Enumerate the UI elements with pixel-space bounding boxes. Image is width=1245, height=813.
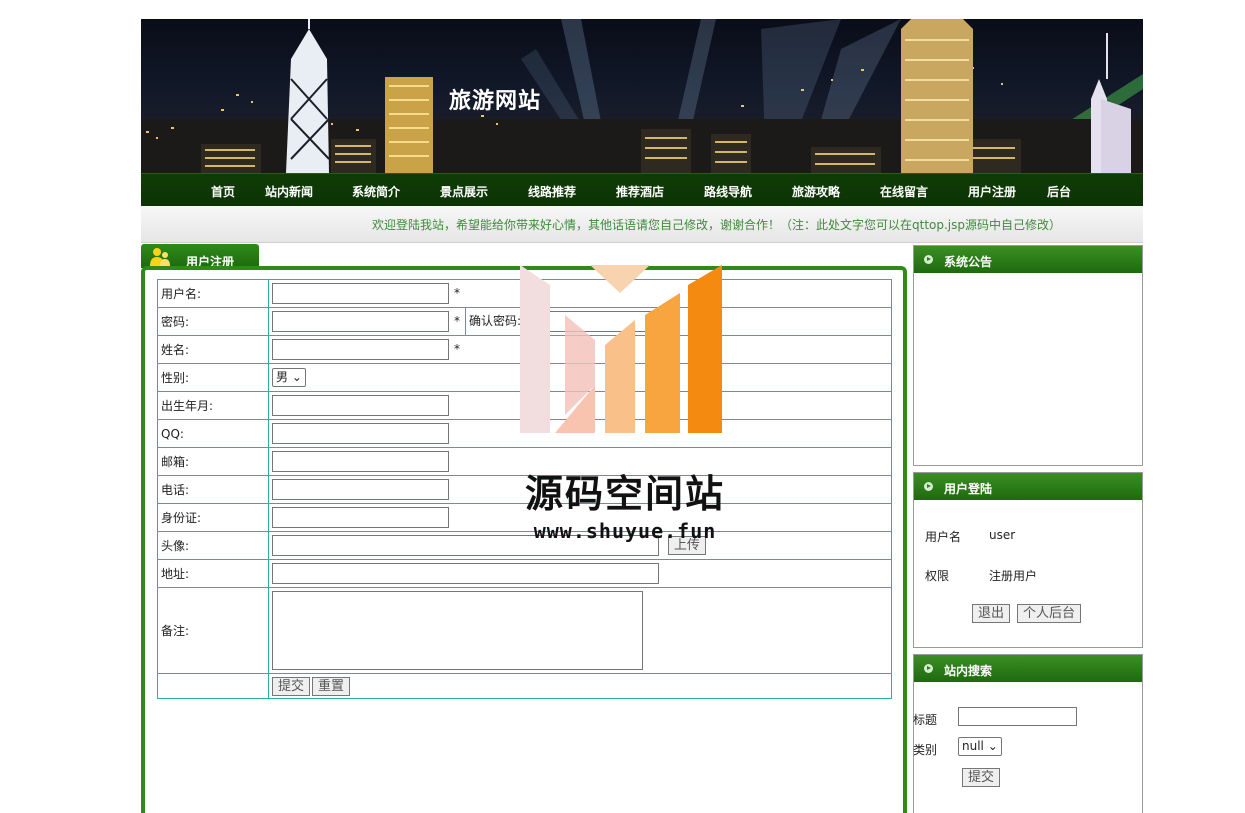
- nav-item-admin[interactable]: 后台: [1047, 183, 1071, 200]
- arrow-right-icon: [924, 482, 933, 491]
- password-label: 密码:: [157, 307, 269, 336]
- login-role-value: 注册用户: [989, 569, 1038, 583]
- address-label: 地址:: [157, 559, 269, 588]
- username-input[interactable]: [272, 283, 449, 304]
- birth-input[interactable]: [272, 395, 449, 416]
- nav-item-route-nav[interactable]: 路线导航: [704, 183, 752, 200]
- search-title: 站内搜索: [944, 664, 993, 678]
- remark-label: 备注:: [157, 587, 269, 674]
- nav-item-attractions[interactable]: 景点展示: [440, 183, 488, 200]
- arrow-right-icon: [924, 255, 933, 264]
- reset-button[interactable]: 重置: [312, 676, 351, 696]
- name-label: 姓名:: [157, 335, 269, 364]
- address-input[interactable]: [272, 563, 659, 584]
- form-row-address: 地址:: [157, 559, 892, 588]
- nav-item-guides[interactable]: 旅游攻略: [792, 183, 840, 200]
- announcement-box: 系统公告: [913, 245, 1143, 466]
- search-title-label: 标题: [913, 713, 938, 727]
- required-mark: *: [454, 342, 460, 356]
- search-title-input[interactable]: [958, 707, 1077, 726]
- nav-item-hotels[interactable]: 推荐酒店: [616, 183, 664, 200]
- login-username-label: 用户名: [925, 530, 962, 544]
- search-category-label: 类别: [913, 743, 938, 757]
- logout-button[interactable]: 退出: [972, 604, 1011, 623]
- qq-label: QQ:: [157, 419, 269, 448]
- login-username-value: user: [989, 528, 1016, 542]
- gender-value: 男: [276, 370, 289, 384]
- header-banner: 旅游网站: [141, 19, 1143, 173]
- user-group-icon: [150, 248, 170, 266]
- form-row-remark: 备注:: [157, 587, 892, 674]
- city-skyline-image: [141, 19, 1143, 173]
- watermark: 源码空间站 www.shuyue.fun: [510, 265, 740, 545]
- email-input[interactable]: [272, 451, 449, 472]
- password-input[interactable]: [272, 311, 449, 332]
- notice-bar: 欢迎登陆我站，希望能给你带来好心情，其他话语请您自己修改，谢谢合作！（注：此处文…: [141, 206, 1143, 243]
- main-nav: 首页 站内新闻 系统简介 景点展示 线路推荐 推荐酒店 路线导航 旅游攻略 在线…: [141, 173, 1143, 206]
- form-row-buttons: 提交 重置: [157, 673, 892, 699]
- watermark-text: 源码空间站: [524, 472, 725, 516]
- required-mark: *: [454, 314, 460, 328]
- nav-item-register[interactable]: 用户注册: [968, 183, 1016, 200]
- watermark-url: www.shuyue.fun: [533, 519, 717, 543]
- login-box: 用户登陆 用户名 user 权限 注册用户 退出 个人后台: [913, 472, 1143, 648]
- search-submit-button[interactable]: 提交: [962, 768, 1001, 787]
- idcard-input[interactable]: [272, 507, 449, 528]
- avatar-label: 头像:: [157, 531, 269, 560]
- announcement-title: 系统公告: [944, 255, 993, 269]
- nav-item-about[interactable]: 系统简介: [352, 183, 400, 200]
- submit-button[interactable]: 提交: [272, 676, 311, 696]
- arrow-right-icon: [924, 664, 933, 673]
- profile-button[interactable]: 个人后台: [1017, 604, 1082, 623]
- gender-label: 性别:: [157, 363, 269, 392]
- login-title: 用户登陆: [944, 482, 993, 496]
- birth-label: 出生年月:: [157, 391, 269, 420]
- idcard-label: 身份证:: [157, 503, 269, 532]
- site-title: 旅游网站: [449, 88, 542, 114]
- search-category-select[interactable]: null ⌄: [958, 737, 1002, 756]
- watermark-logo-icon: [520, 265, 722, 433]
- search-box: 站内搜索 标题 类别 null ⌄ 提交: [913, 654, 1143, 813]
- login-role-label: 权限: [925, 569, 950, 583]
- nav-item-home[interactable]: 首页: [211, 183, 235, 200]
- gender-select[interactable]: 男 ⌄: [272, 368, 306, 387]
- email-label: 邮箱:: [157, 447, 269, 476]
- nav-item-routes[interactable]: 线路推荐: [528, 183, 576, 200]
- nav-item-messages[interactable]: 在线留言: [880, 183, 928, 200]
- chevron-down-icon: ⌄: [291, 370, 302, 384]
- qq-input[interactable]: [272, 423, 449, 444]
- chevron-down-icon: ⌄: [987, 739, 998, 753]
- phone-label: 电话:: [157, 475, 269, 504]
- required-mark: *: [454, 286, 460, 300]
- page-wrapper: 旅游网站 首页 站内新闻 系统简介 景点展示 线路推荐 推荐酒店 路线导航 旅游…: [141, 19, 1143, 813]
- notice-text: 欢迎登陆我站，希望能给你带来好心情，其他话语请您自己修改，谢谢合作！（注：此处文…: [372, 218, 1062, 232]
- username-label: 用户名:: [157, 279, 269, 308]
- name-input[interactable]: [272, 339, 449, 360]
- phone-input[interactable]: [272, 479, 449, 500]
- search-category-value: null: [962, 739, 984, 753]
- register-tab: 用户注册: [141, 244, 259, 269]
- remark-textarea[interactable]: [272, 591, 643, 670]
- nav-item-news[interactable]: 站内新闻: [265, 183, 313, 200]
